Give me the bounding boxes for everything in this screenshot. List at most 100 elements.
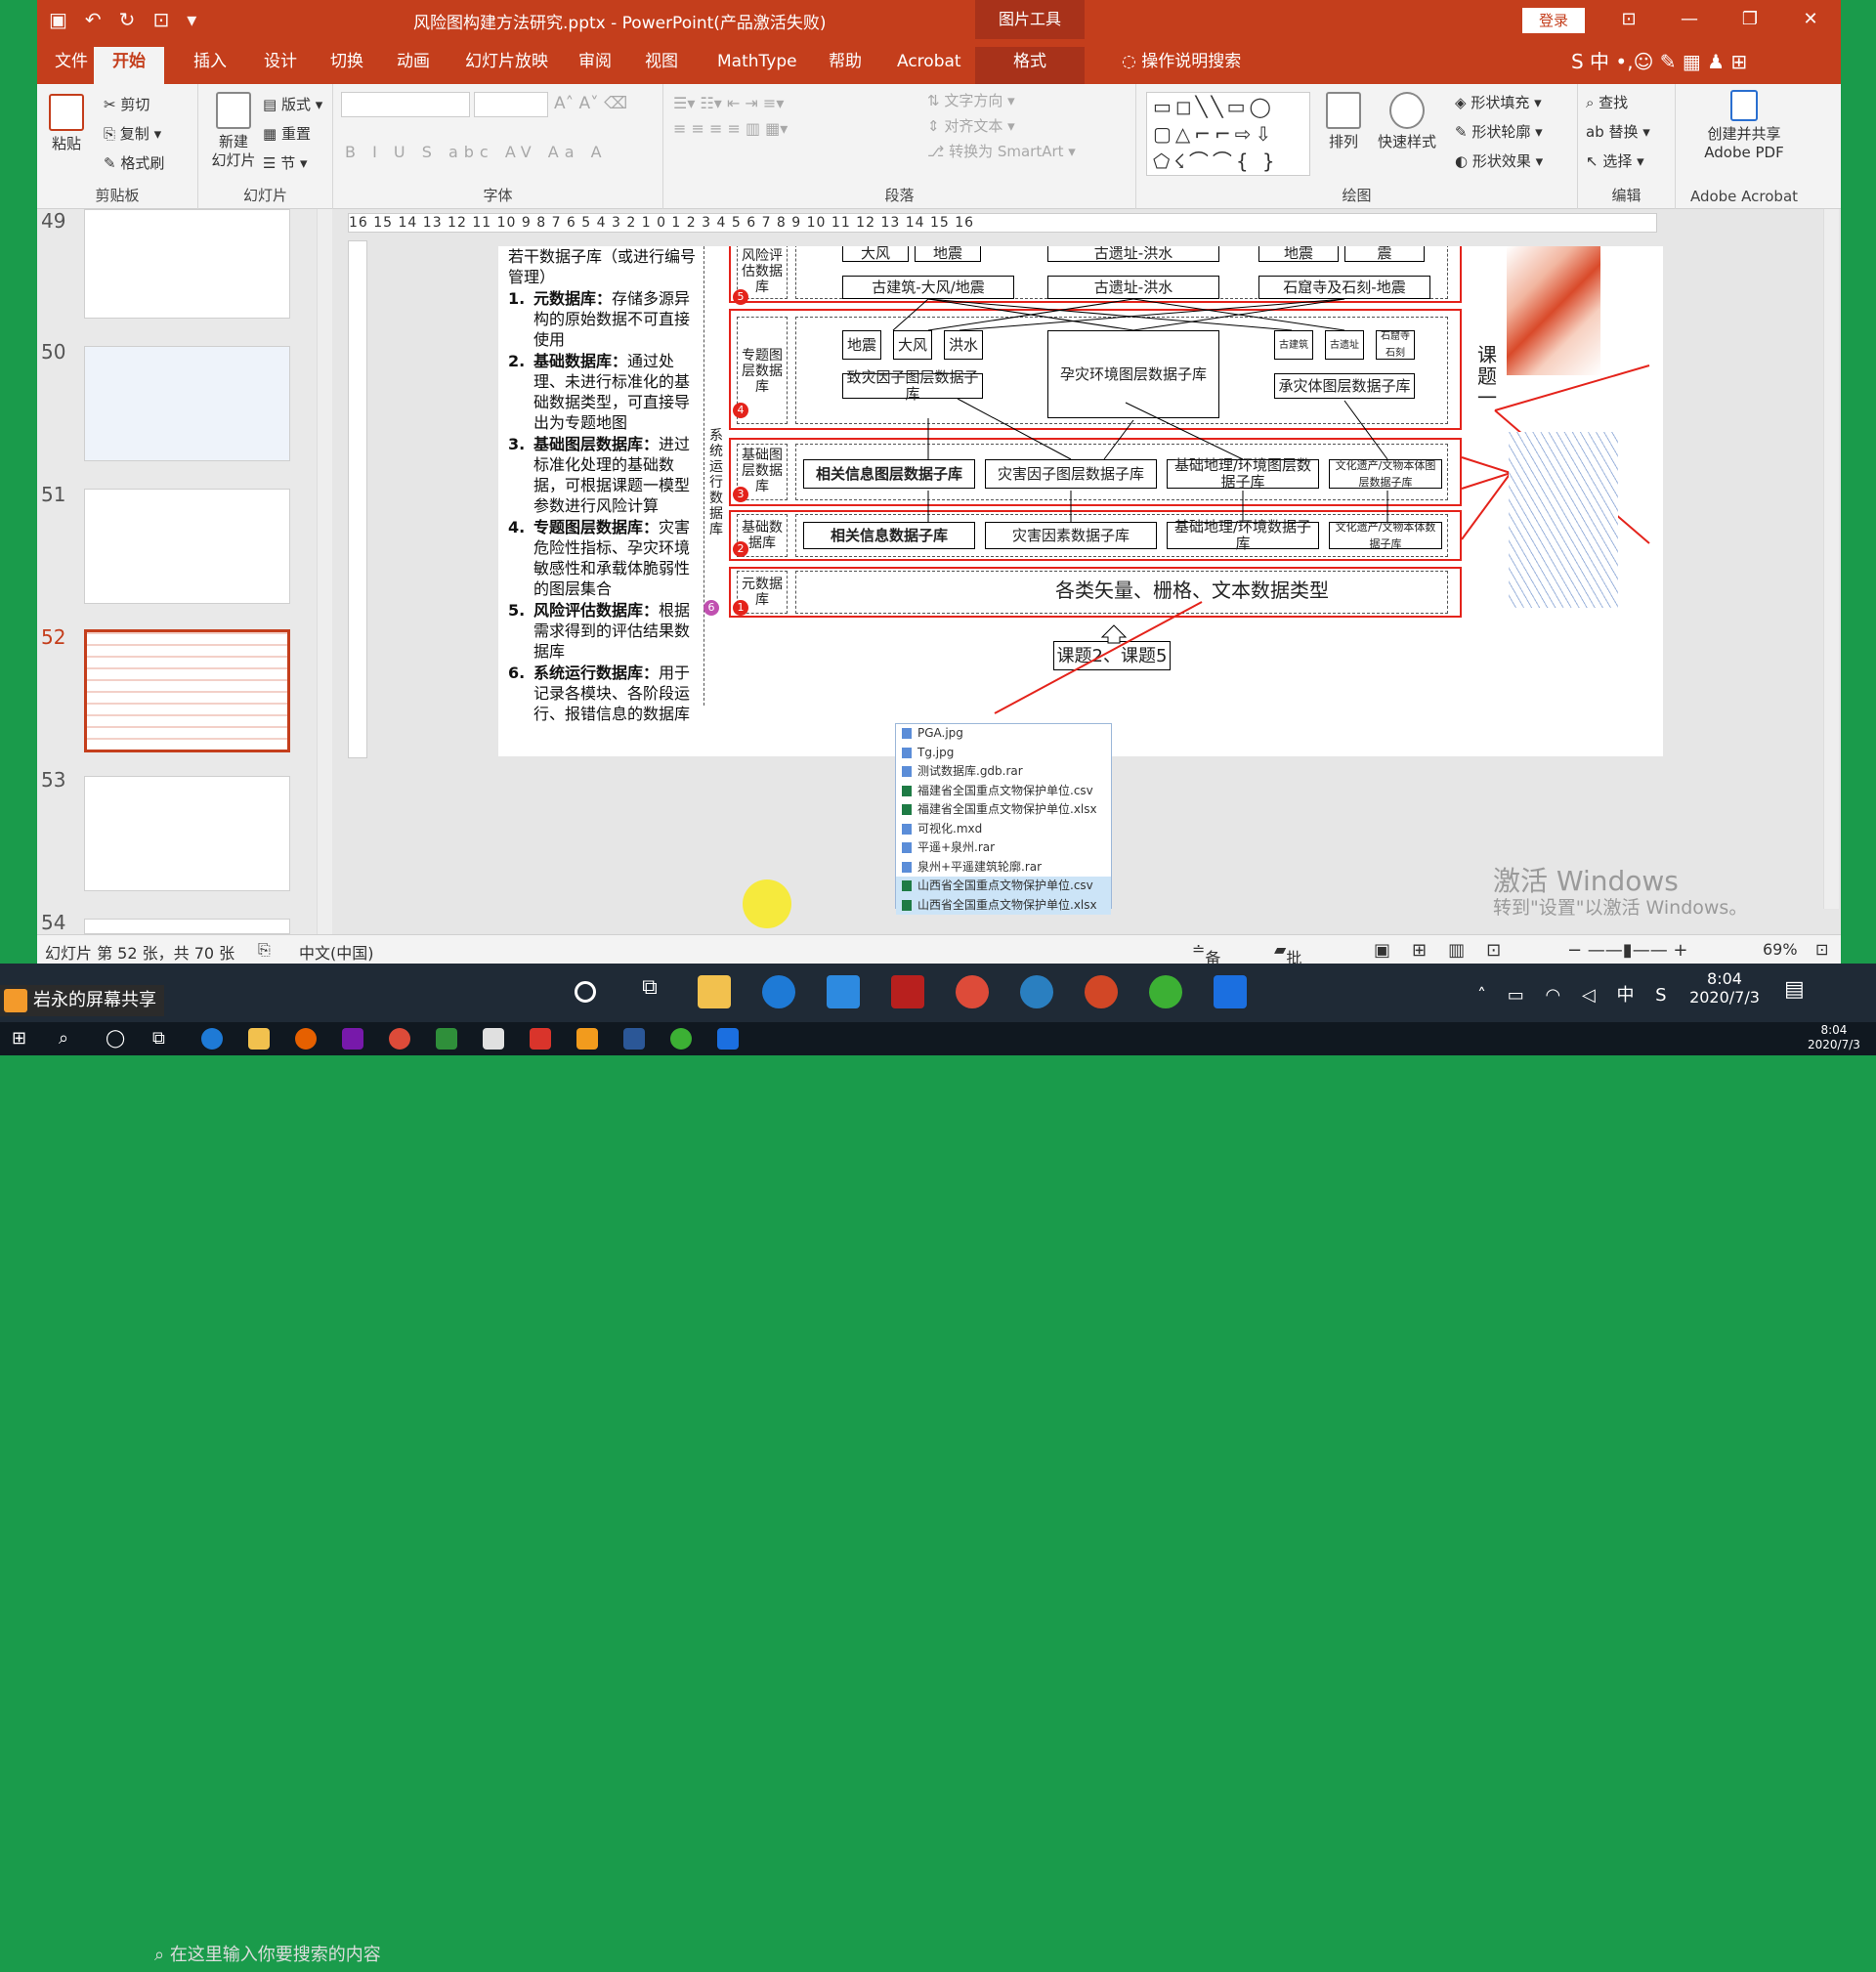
basic-layer-box[interactable]: 灾害因子图层数据子库 [985, 459, 1157, 489]
language-indicator[interactable]: 中文(中国) [299, 940, 374, 964]
tell-me-search[interactable]: ◌ 操作说明搜索 [1112, 47, 1251, 84]
chrome-icon[interactable] [956, 975, 989, 1008]
thematic-small-box[interactable]: 地震 [842, 330, 881, 360]
copy-button[interactable]: ⎘ 复制 ▾ [104, 123, 161, 144]
select-button[interactable]: ↖ 选择 ▾ [1586, 150, 1644, 171]
present-icon[interactable]: ⊡ [152, 8, 169, 31]
tab-format[interactable]: 格式 [975, 47, 1085, 84]
risk-box[interactable]: 石窟寺及石刻-地震 [1258, 276, 1430, 299]
local-search-icon[interactable]: ⌕ [59, 1028, 68, 1049]
local-chrome-icon[interactable] [389, 1028, 410, 1050]
convert-smartart-button[interactable]: ⎇ 转换为 SmartArt ▾ [927, 141, 1076, 161]
basic-box[interactable]: 灾害因素数据子库 [985, 522, 1157, 549]
windows-start-icon[interactable]: ⊞ [12, 1028, 26, 1049]
tab-help[interactable]: 帮助 [819, 47, 872, 84]
thematic-small-box[interactable]: 古遗址 [1325, 330, 1364, 360]
zoom-level[interactable]: 69% [1763, 940, 1798, 959]
zoom-slider[interactable]: − ——▮—— + [1567, 940, 1688, 961]
tab-transitions[interactable]: 切换 [320, 47, 373, 84]
topic-bottom-box[interactable]: 课题2、课题5 [1053, 641, 1171, 670]
minimize-icon[interactable]: — [1659, 0, 1720, 39]
tab-review[interactable]: 审阅 [569, 47, 621, 84]
cut-button[interactable]: ✂ 剪切 [104, 94, 149, 114]
align-text-button[interactable]: ⇕ 对齐文本 ▾ [927, 115, 1015, 136]
section-button[interactable]: ☰ 节 ▾ [263, 152, 308, 173]
tab-insert[interactable]: 插入 [184, 47, 236, 84]
new-slide-button[interactable]: 新建 幻灯片 [206, 92, 261, 170]
thumbs-scrollbar[interactable] [317, 209, 332, 934]
font-size-select[interactable] [474, 92, 548, 117]
tab-animations[interactable]: 动画 [387, 47, 440, 84]
word-icon[interactable] [623, 1028, 645, 1050]
risk-top-box[interactable]: 地震 [1258, 246, 1339, 262]
local-wechat-icon[interactable] [670, 1028, 692, 1050]
risk-top-box[interactable]: 古遗址-洪水 [1047, 246, 1219, 262]
tab-home[interactable]: 开始 [94, 47, 164, 84]
font-grow-shrink-buttons[interactable]: A˄ A˅ ⌫ [554, 94, 627, 113]
shape-effects-button[interactable]: ◐ 形状效果 ▾ [1455, 150, 1543, 171]
slide-left-text[interactable]: 若干数据子库（或进行编号管理） 1. 元数据库：存储多源异构的原始数据不可直接使用… [508, 246, 704, 724]
slide-thumbnails-pane[interactable]: 49 50 51 52 53 54 [37, 209, 332, 934]
tab-design[interactable]: 设计 [254, 47, 307, 84]
slide-canvas[interactable]: 若干数据子库（或进行编号管理） 1. 元数据库：存储多源异构的原始数据不可直接使用… [498, 246, 1663, 756]
slide-scrollbar[interactable] [1823, 209, 1839, 909]
layout-button[interactable]: ▤ 版式 ▾ [263, 94, 322, 114]
thumb-slide-52[interactable] [84, 629, 290, 752]
thematic-small-box[interactable]: 石窟寺石刻 [1376, 330, 1415, 360]
edge-icon[interactable] [762, 975, 795, 1008]
cortana-icon[interactable] [575, 981, 596, 1003]
align-buttons[interactable]: ≡ ≡ ≡ ≡ ▥ ▦▾ [673, 119, 788, 138]
thematic-small-box[interactable]: 大风 [893, 330, 932, 360]
risk-box[interactable]: 古建筑-大风/地震 [842, 276, 1014, 299]
local-edge-icon[interactable] [201, 1028, 223, 1050]
env-layer-box[interactable]: 孕灾环境图层数据子库 [1047, 330, 1219, 418]
find-button[interactable]: ⌕ 查找 [1586, 92, 1628, 112]
tab-view[interactable]: 视图 [635, 47, 688, 84]
notes-button[interactable]: ≐ 备注 [1192, 940, 1220, 964]
basic-layer-box[interactable]: 相关信息图层数据子库 [803, 459, 975, 489]
carrier-layer-box[interactable]: 承灾体图层数据子库 [1274, 373, 1415, 399]
redo-icon[interactable]: ↻ [119, 8, 136, 31]
file-list-image[interactable]: PGA.jpg Tg.jpg 测试数据库.gdb.rar 福建省全国重点文物保护… [895, 723, 1112, 915]
comments-button[interactable]: ▰ 批注 [1274, 940, 1301, 964]
local-explorer-icon[interactable] [248, 1028, 270, 1050]
basic-layer-box[interactable]: 文化遗产/文物本体图层数据子库 [1329, 459, 1442, 489]
close-icon[interactable]: ✕ [1780, 0, 1841, 39]
thumb-slide-49[interactable] [84, 209, 290, 319]
basic-box[interactable]: 基础地理/环境数据子库 [1167, 519, 1319, 552]
screen-share-banner[interactable]: 岩永的屏幕共享 [0, 985, 164, 1016]
magnifier-icon[interactable] [1020, 975, 1053, 1008]
notification-icon[interactable]: ▤ [1784, 977, 1805, 1002]
thumb-slide-53[interactable] [84, 776, 290, 891]
login-button[interactable]: 登录 [1522, 8, 1585, 33]
basic-box[interactable]: 相关信息数据子库 [803, 522, 975, 549]
basic-box[interactable]: 文化遗产/文物本体数据子库 [1329, 521, 1442, 550]
view-buttons[interactable]: ▣⊞▥⊡ [1374, 940, 1522, 961]
create-pdf-button[interactable]: 创建并共享 Adobe PDF [1685, 90, 1803, 162]
paste-button[interactable]: 粘贴 [45, 94, 88, 153]
thematic-small-box[interactable]: 古建筑 [1274, 330, 1313, 360]
tab-file[interactable]: 文件 [45, 47, 98, 84]
spellcheck-icon[interactable]: ⎘ [258, 940, 271, 960]
hazard-map-image[interactable] [1507, 246, 1600, 375]
ribbon-display-icon[interactable]: ⊡ [1599, 0, 1659, 39]
text-direction-button[interactable]: ⇅ 文字方向 ▾ [927, 90, 1015, 110]
river-map-image[interactable] [1509, 432, 1618, 608]
red-app-icon[interactable] [530, 1028, 551, 1050]
factor-layer-box[interactable]: 致灾因子图层数据子库 [842, 369, 983, 403]
restore-icon[interactable]: ❐ [1720, 0, 1780, 39]
firefox-icon[interactable] [295, 1028, 317, 1050]
quick-styles-button[interactable]: 快速样式 [1375, 92, 1439, 151]
thumb-slide-51[interactable] [84, 489, 290, 604]
mail-icon[interactable] [827, 975, 860, 1008]
local-meeting-icon[interactable] [717, 1028, 739, 1050]
basic-layer-box[interactable]: 基础地理/环境图层数据子库 [1167, 457, 1319, 491]
format-painter-button[interactable]: ✎ 格式刷 [104, 152, 164, 173]
tab-slideshow[interactable]: 幻灯片放映 [455, 47, 558, 84]
save-icon[interactable]: ▣ [49, 8, 67, 31]
meeting-app-icon[interactable] [1214, 975, 1247, 1008]
local-cortana-icon[interactable]: ◯ [106, 1028, 125, 1049]
risk-box[interactable]: 古遗址-洪水 [1047, 276, 1219, 299]
system-tray-icons[interactable]: ˄ ▭ ◠ ◁ 中 S [1477, 981, 1675, 1007]
orange-app-icon[interactable] [576, 1028, 598, 1050]
